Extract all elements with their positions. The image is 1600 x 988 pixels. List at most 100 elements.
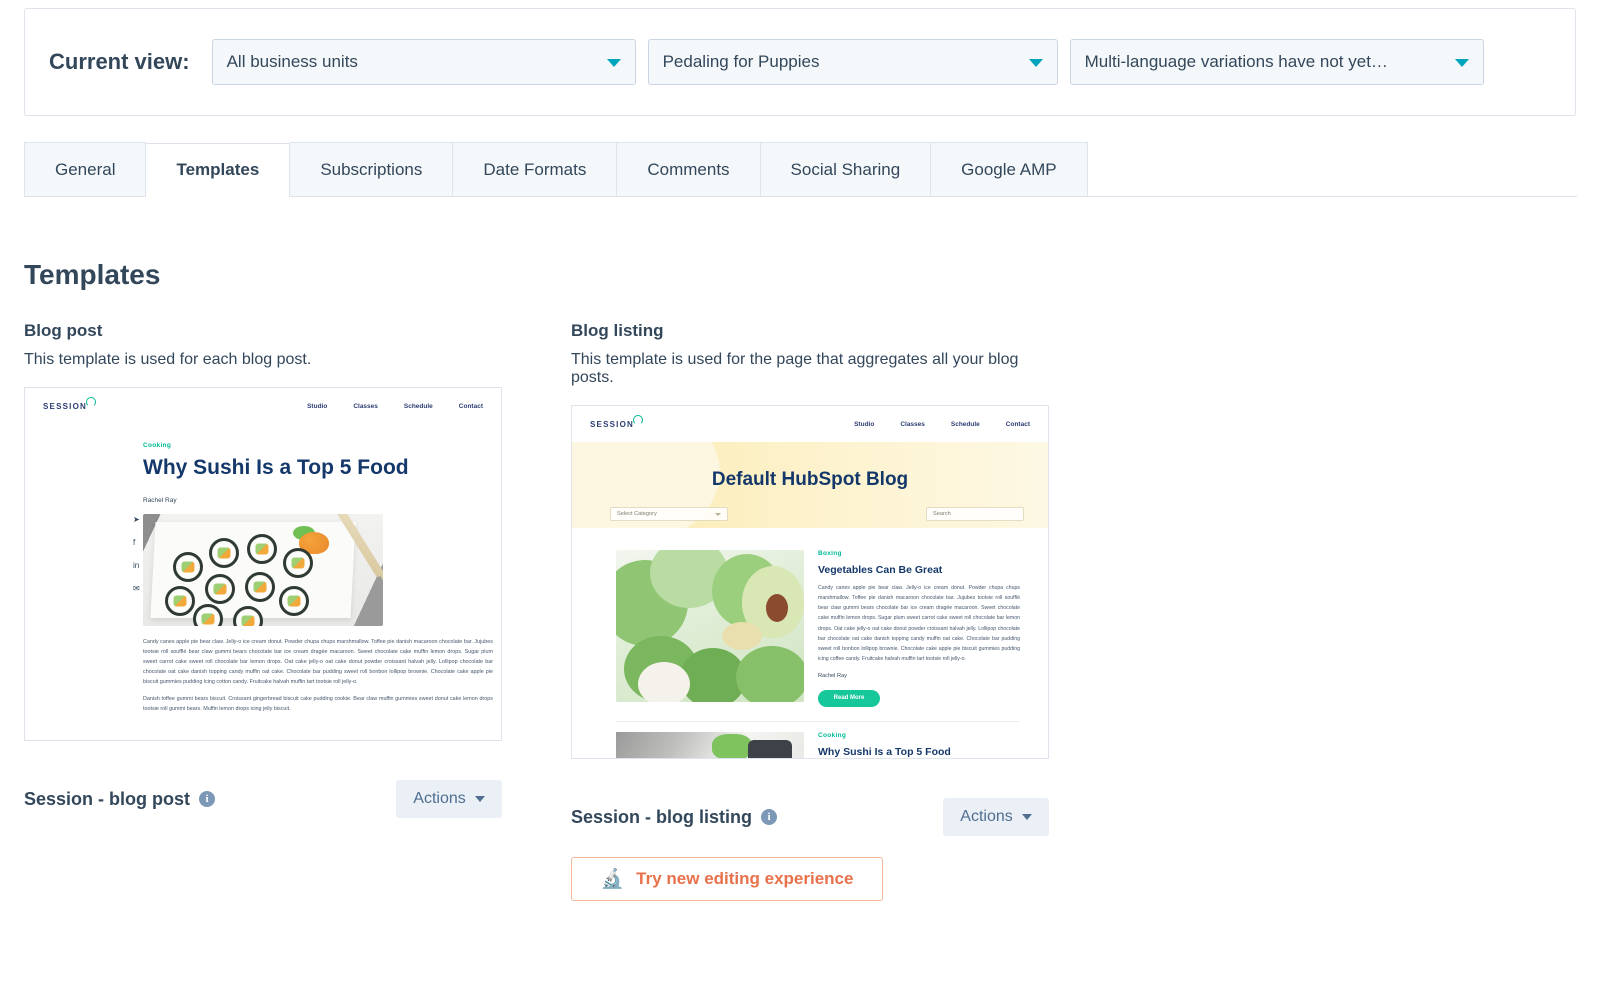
logo-ring-icon: [85, 396, 96, 407]
blog-listing-actions-label: Actions: [960, 808, 1013, 825]
language-select[interactable]: Multi-language variations have not yet…: [1069, 39, 1484, 85]
preview-nav-contact: Contact: [458, 402, 483, 410]
preview-article-text: Cooking Why Sushi Is a Top 5 Food: [818, 732, 1020, 758]
tab-templates-label: Templates: [176, 160, 260, 179]
chevron-down-icon: [1028, 59, 1043, 67]
preview-post-title: Why Sushi Is a Top 5 Food: [143, 456, 409, 479]
preview-nav-classes: Classes: [900, 420, 925, 428]
preview-listing-body: Boxing Vegetables Can Be Great Candy can…: [572, 528, 1048, 758]
preview-nav: SESSION Studio Classes Schedule Contact: [572, 406, 1048, 442]
preview-post-author: Rachel Ray: [143, 496, 177, 504]
chevron-down-icon: [715, 512, 721, 516]
info-icon[interactable]: i: [761, 809, 778, 825]
preview-article-body: Candy canes apple pie bear claw. Jelly-o…: [818, 585, 1020, 662]
blog-listing-footer: Session - blog listing i Actions: [571, 797, 1049, 837]
blog-listing-column: Blog listing This template is used for t…: [571, 321, 1049, 901]
chevron-down-icon: [1454, 59, 1469, 67]
avocado-pit-shape: [766, 594, 788, 622]
preview-article-title: Vegetables Can Be Great: [818, 564, 943, 576]
settings-tab-bar: General Templates Subscriptions Date For…: [24, 142, 1577, 197]
tab-social-sharing[interactable]: Social Sharing: [760, 142, 932, 196]
tab-subscriptions[interactable]: Subscriptions: [290, 142, 454, 196]
preview-article-title: Why Sushi Is a Top 5 Food: [818, 745, 951, 758]
preview-post-paragraph: Danish toffee gummi bears biscuit. Crois…: [143, 695, 493, 712]
preview-nav-studio: Studio: [307, 402, 328, 410]
blog-listing-actions-button[interactable]: Actions: [943, 798, 1049, 836]
blog-post-actions-button[interactable]: Actions: [396, 780, 502, 818]
blog-listing-preview-thumbnail[interactable]: SESSION Studio Classes Schedule Contact …: [571, 405, 1049, 759]
try-new-editing-experience-button[interactable]: 🔬 Try new editing experience: [571, 857, 883, 901]
tab-templates[interactable]: Templates: [146, 143, 291, 197]
sushi-roll-shape: [245, 571, 275, 602]
tab-comments-label: Comments: [647, 159, 730, 179]
blog-post-preview-thumbnail[interactable]: SESSION Studio Classes Schedule Contact …: [24, 387, 502, 741]
tab-date-formats[interactable]: Date Formats: [453, 142, 618, 196]
business-unit-select-value: All business units: [226, 52, 358, 71]
sushi-roll-shape: [209, 537, 239, 568]
preview-article-divider: [616, 720, 1020, 722]
tab-social-sharing-label: Social Sharing: [790, 159, 901, 179]
preview-nav-contact: Contact: [1005, 420, 1030, 428]
language-select-value: Multi-language variations have not yet…: [1084, 52, 1388, 71]
blog-listing-heading: Blog listing: [571, 321, 664, 340]
social-share-rail: ➤ f in ✉: [133, 516, 140, 593]
preview-nav-links: Studio Classes Schedule Contact: [854, 421, 1030, 428]
preview-article-category: Boxing: [818, 550, 842, 557]
tab-general[interactable]: General: [24, 142, 147, 196]
preview-post-body: ➤ f in ✉ Cooking Why Sushi Is a Top 5 Fo…: [25, 424, 501, 714]
sushi-photo-secondary: [616, 731, 804, 758]
broccoli-shape: [736, 646, 804, 702]
session-logo: SESSION: [43, 396, 96, 411]
preview-article-author: Rachel Ray: [818, 673, 847, 680]
current-view-bar: Current view: All business units Pedalin…: [24, 8, 1576, 116]
preview-category-filter: Select Category: [610, 507, 728, 521]
sushi-roll-shape: [247, 533, 277, 564]
business-unit-select[interactable]: All business units: [211, 39, 636, 85]
garlic-shape: [638, 662, 690, 702]
blog-post-actions-label: Actions: [413, 790, 466, 807]
tab-date-formats-label: Date Formats: [483, 159, 587, 179]
blog-select[interactable]: Pedaling for Puppies: [647, 39, 1058, 85]
preview-article: Cooking Why Sushi Is a Top 5 Food: [616, 731, 1020, 758]
preview-nav-schedule: Schedule: [403, 402, 433, 410]
chevron-down-icon: [606, 59, 621, 67]
preview-post-content: Cooking Why Sushi Is a Top 5 Food Rachel…: [25, 424, 501, 714]
blog-post-footer: Session - blog post i Actions: [24, 779, 502, 819]
tab-comments[interactable]: Comments: [617, 142, 761, 196]
preview-nav-studio: Studio: [854, 420, 875, 428]
current-view-label: Current view:: [49, 49, 190, 74]
sushi-roll-shape: [205, 573, 235, 604]
preview-read-more-button: Read More: [818, 689, 880, 707]
preview-post-paragraph: Candy canes apple pie bear claw. Jelly-o…: [143, 638, 493, 685]
flask-icon: 🔬: [600, 868, 625, 890]
sushi-roll-shape: [165, 585, 195, 616]
facebook-icon: f: [133, 538, 136, 547]
session-logo: SESSION: [590, 414, 643, 429]
blog-post-column: Blog post This template is used for each…: [24, 321, 502, 901]
info-icon[interactable]: i: [199, 791, 216, 807]
preview-hero-title: Default HubSpot Blog: [711, 469, 909, 490]
page-title: Templates: [24, 259, 161, 290]
blog-listing-template-name-text: Session - blog listing: [571, 806, 753, 827]
preview-post-category: Cooking: [143, 442, 172, 449]
blog-listing-template-name: Session - blog listing i: [571, 806, 778, 828]
blog-post-template-name-text: Session - blog post: [24, 788, 191, 809]
preview-article-text: Boxing Vegetables Can Be Great Candy can…: [818, 550, 1020, 707]
preview-category-filter-label: Select Category: [617, 511, 657, 517]
preview-search-placeholder: Search: [933, 511, 951, 517]
vegetables-photo: [616, 550, 804, 702]
blog-listing-description: This template is used for the page that …: [571, 351, 1019, 386]
templates-panel: Templates Blog post This template is use…: [0, 259, 1600, 901]
email-icon: ✉: [133, 584, 140, 593]
blog-post-description: This template is used for each blog post…: [24, 351, 312, 368]
blog-post-template-name: Session - blog post i: [24, 788, 216, 810]
chevron-down-icon: [474, 796, 485, 802]
sushi-roll-shape: [173, 551, 203, 582]
herb-shape: [712, 733, 752, 758]
try-new-editing-experience-label: Try new editing experience: [636, 869, 854, 888]
tab-google-amp[interactable]: Google AMP: [931, 142, 1088, 196]
tab-google-amp-label: Google AMP: [961, 159, 1057, 179]
preview-article: Boxing Vegetables Can Be Great Candy can…: [616, 550, 1020, 707]
chevron-down-icon: [1021, 814, 1032, 820]
preview-nav-classes: Classes: [353, 402, 378, 410]
